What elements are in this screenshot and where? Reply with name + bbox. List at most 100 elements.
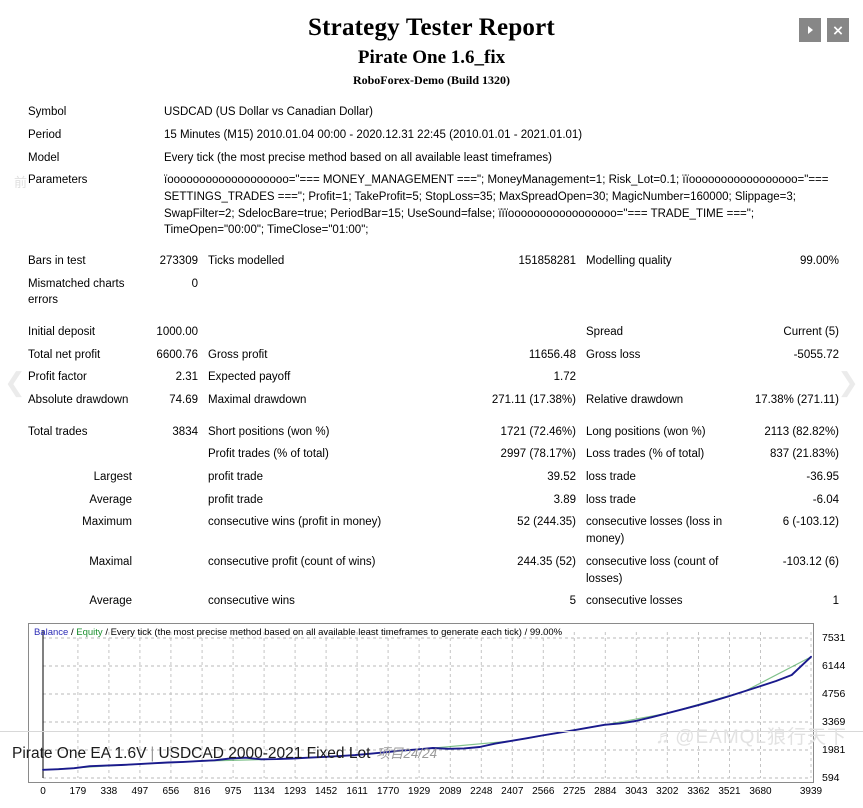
maximal-consecutive-profit-label: consecutive profit (count of wins) xyxy=(208,555,376,568)
footer-subtitle: USDCAD 2000-2021 Fixed Lot xyxy=(158,745,371,762)
maximum-label: Maximum xyxy=(82,516,132,529)
page-title: Strategy Tester Report xyxy=(308,14,555,41)
spacer xyxy=(14,312,849,321)
broker-name: RoboForex-Demo (Build 1320) xyxy=(352,72,511,87)
x-axis-tick: 2407 xyxy=(501,785,524,797)
expected-payoff-label: Expected payoff xyxy=(208,371,291,384)
x-axis-tick: 1611 xyxy=(346,785,368,797)
total-trades-value: 3834 xyxy=(172,425,198,438)
legend-equity: Equity xyxy=(76,626,103,638)
x-axis-tick: 3939 xyxy=(799,785,823,797)
gross-loss-value: -5055.72 xyxy=(793,348,839,361)
table-row-mismatched: Mismatched charts errors 0 xyxy=(14,273,849,312)
table-row-maximal: Maximal consecutive profit (count of win… xyxy=(14,551,849,590)
expert-name: Pirate One 1.6_fix xyxy=(357,46,506,68)
table-row-model: Model Every tick (the most precise metho… xyxy=(14,147,849,170)
maximal-drawdown-label: Maximal drawdown xyxy=(208,394,307,407)
close-button[interactable] xyxy=(827,18,849,42)
modelling-quality-label: Modelling quality xyxy=(586,255,672,268)
ticks-modelled-label: Ticks modelled xyxy=(208,255,285,268)
average-label: Average xyxy=(89,493,132,506)
table-row-profit-trades: Profit trades (% of total) 2997 (78.17%)… xyxy=(14,443,849,466)
table-row-profit-factor: Profit factor 2.31 Expected payoff 1.72 xyxy=(14,366,849,389)
profit-trades-value: 2997 (78.17%) xyxy=(500,448,576,461)
ticks-modelled-value: 151858281 xyxy=(518,255,576,268)
expected-payoff-value: 1.72 xyxy=(553,371,576,384)
largest-loss-label: loss trade xyxy=(586,471,636,484)
legend-sep-2: / xyxy=(105,626,108,638)
average2-label: Average xyxy=(89,595,132,608)
maximal-consecutive-profit-value: 244.35 (52) xyxy=(517,555,576,568)
spread-label: Spread xyxy=(586,326,624,339)
footer-title: Pirate One EA 1.6V xyxy=(12,745,147,762)
close-icon xyxy=(833,25,843,35)
spread-value: Current (5) xyxy=(783,326,839,339)
maximal-consecutive-loss-label: consecutive loss (count of losses) xyxy=(586,555,719,585)
profit-trades-label: Profit trades (% of total) xyxy=(208,448,329,461)
x-axis-tick: 0 xyxy=(40,785,46,797)
short-positions-label: Short positions (won %) xyxy=(208,425,330,438)
window-controls xyxy=(799,18,849,42)
parameters-value: ïooooooooooooooooooo="=== MONEY_MANAGEME… xyxy=(164,174,829,237)
max-consecutive-wins-label: consecutive wins (profit in money) xyxy=(208,516,382,529)
x-axis-tick: 1770 xyxy=(376,785,400,797)
average-profit-value: 3.89 xyxy=(553,493,576,506)
table-row-total-trades: Total trades 3834 Short positions (won %… xyxy=(14,421,849,444)
parameters-label: Parameters xyxy=(28,174,88,187)
y-axis-tick: 4756 xyxy=(822,687,846,700)
average-profit-label: profit trade xyxy=(208,493,263,506)
chart-legend: Balance / Equity / Every tick (the most … xyxy=(34,627,562,638)
y-axis-tick: 6144 xyxy=(822,659,846,672)
report-body: Symbol USDCAD (US Dollar vs Canadian Dol… xyxy=(0,101,863,807)
largest-profit-label: profit trade xyxy=(208,471,263,484)
table-row-bars: Bars in test 273309 Ticks modelled 15185… xyxy=(14,250,849,273)
footer-separator: | xyxy=(150,745,155,762)
equity-chart: Balance / Equity / Every tick (the most … xyxy=(28,622,845,808)
largest-loss-value: -36.95 xyxy=(806,471,839,484)
footer-count: 项目24/24 xyxy=(376,746,438,761)
legend-description: Every tick (the most precise method base… xyxy=(110,626,522,638)
x-axis-tick: 656 xyxy=(162,785,180,797)
model-label: Model xyxy=(28,151,60,164)
avg-consecutive-wins-value: 5 xyxy=(569,595,576,608)
y-axis-tick: 7531 xyxy=(822,631,846,644)
mismatched-label: Mismatched charts errors xyxy=(28,277,125,307)
next-button[interactable] xyxy=(799,18,821,42)
table-row-symbol: Symbol USDCAD (US Dollar vs Canadian Dol… xyxy=(14,101,849,124)
table-row-deposit: Initial deposit 1000.00 Spread Current (… xyxy=(14,321,849,344)
gross-profit-label: Gross profit xyxy=(208,348,268,361)
x-axis-tick: 975 xyxy=(224,785,242,797)
max-consecutive-losses-value: 6 (-103.12) xyxy=(782,516,839,529)
max-consecutive-wins-value: 52 (244.35) xyxy=(517,516,576,529)
maximal-consecutive-loss-value: -103.12 (6) xyxy=(782,555,839,568)
x-axis-tick: 3043 xyxy=(625,785,648,797)
x-axis-tick: 179 xyxy=(69,785,87,797)
x-axis-tick: 2884 xyxy=(594,785,617,797)
short-positions-value: 1721 (72.46%) xyxy=(500,425,576,438)
watermark-params: 前 xyxy=(14,175,28,190)
prev-page-arrow[interactable]: ❮ xyxy=(4,368,26,398)
max-consecutive-losses-label: consecutive losses (loss in money) xyxy=(586,516,723,546)
total-net-profit-value: 6600.76 xyxy=(156,348,198,361)
x-axis-tick: 3680 xyxy=(749,785,772,797)
modelling-quality-value: 99.00% xyxy=(799,255,839,268)
bars-in-test-value: 273309 xyxy=(159,255,198,268)
relative-drawdown-value: 17.38% (271.11) xyxy=(754,394,839,407)
initial-deposit-label: Initial deposit xyxy=(28,326,96,339)
table-row-period: Period 15 Minutes (M15) 2010.01.04 00:00… xyxy=(14,124,849,147)
maximal-label: Maximal xyxy=(89,555,132,568)
chart-x-axis: 0 179 338 497 656 816 975 1134 1293 1452 1611 1770 1… xyxy=(28,785,822,802)
x-axis-tick: 2566 xyxy=(532,785,555,797)
total-trades-label: Total trades xyxy=(28,425,88,438)
avg-consecutive-losses-value: 1 xyxy=(832,595,839,608)
period-label: Period xyxy=(28,129,62,142)
symbol-value: USDCAD (US Dollar vs Canadian Dollar) xyxy=(164,106,373,119)
model-value: Every tick (the most precise method base… xyxy=(164,151,552,164)
x-axis-tick: 2248 xyxy=(470,785,493,797)
x-axis-tick: 1452 xyxy=(314,785,338,797)
info-table: Symbol USDCAD (US Dollar vs Canadian Dol… xyxy=(14,101,849,242)
initial-deposit-value: 1000.00 xyxy=(156,326,198,339)
loss-trades-value: 837 (21.83%) xyxy=(769,448,839,461)
avg-consecutive-wins-label: consecutive wins xyxy=(208,595,295,608)
next-page-arrow[interactable]: ❯ xyxy=(837,368,859,398)
